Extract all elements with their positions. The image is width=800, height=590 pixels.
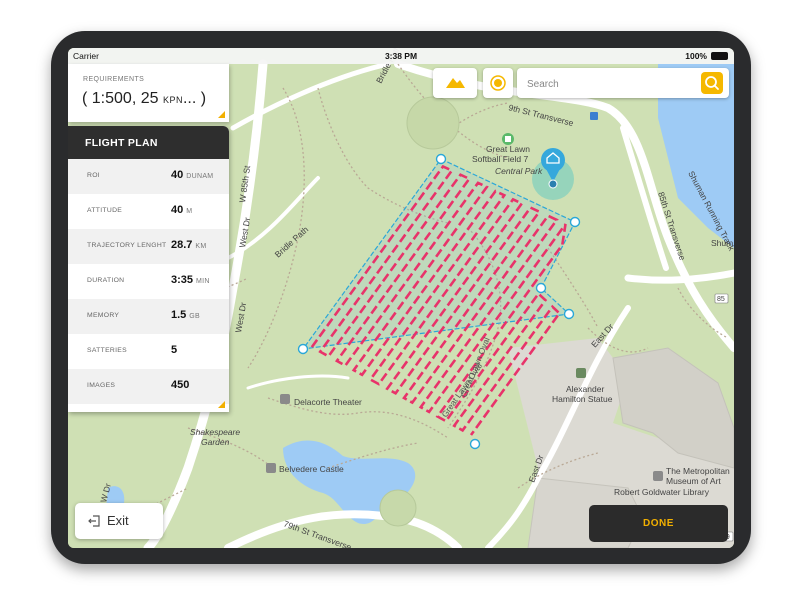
target-icon xyxy=(490,75,506,91)
map-label: Great Lawn xyxy=(486,144,530,154)
boundary-vertex[interactable] xyxy=(563,308,575,320)
search-input[interactable] xyxy=(525,75,689,93)
row-value: 5 xyxy=(171,344,178,356)
map-label: Shakespeare xyxy=(190,427,240,437)
screen: Great Lawn Softball Field 7 Central Park… xyxy=(68,48,734,548)
boundary-vertex[interactable] xyxy=(435,153,447,165)
map-label: Hamilton Statue xyxy=(552,394,613,404)
locate-button[interactable] xyxy=(483,68,513,98)
row-label: TRAJECTORY LENGHT xyxy=(87,242,167,249)
row-label: ROI xyxy=(87,172,100,179)
requirements-value: ( 1:500, 25 KPN... ) xyxy=(82,90,207,107)
battery-percent: 100% xyxy=(685,51,707,61)
map-label: Museum of Art xyxy=(666,476,721,486)
map-label: Delacorte Theater xyxy=(294,397,362,407)
boundary-vertex[interactable] xyxy=(469,438,481,450)
map-label: 85 xyxy=(717,296,725,303)
row-label: SATTERIES xyxy=(87,347,127,354)
flight-plan-row: MEMORY 1.5 GB xyxy=(68,299,229,334)
map-label: Softball Field 7 xyxy=(472,154,528,164)
requirements-label: REQUIREMENTS xyxy=(83,76,145,83)
castle-poi-icon xyxy=(266,463,276,473)
flight-plan-row: DURATION 3:35 MIN xyxy=(68,264,229,299)
map-label: The Metropolitan xyxy=(666,466,730,476)
row-label: DURATION xyxy=(87,277,125,284)
boundary-vertex[interactable] xyxy=(569,216,581,228)
ball-field xyxy=(406,96,460,150)
boundary-vertex[interactable] xyxy=(535,282,547,294)
exit-button[interactable]: Exit xyxy=(75,503,163,539)
map-label: Central Park xyxy=(495,166,543,176)
row-label: MEMORY xyxy=(87,312,120,319)
flight-plan-row: ATTITUDE 40 M xyxy=(68,194,229,229)
flight-plan-row: TRAJECTORY LENGHT 28.7 KM xyxy=(68,229,229,264)
museum-poi-icon xyxy=(653,471,663,481)
row-value: 28.7 KM xyxy=(171,239,207,251)
search-bar xyxy=(517,68,729,98)
requirements-card[interactable]: REQUIREMENTS ( 1:500, 25 KPN... ) xyxy=(68,64,229,122)
search-icon xyxy=(705,76,719,90)
clock: 3:38 PM xyxy=(384,51,418,61)
lawn-circle xyxy=(379,489,417,527)
map-label: Alexander xyxy=(566,384,604,394)
status-bar: Carrier 3:38 PM 100% xyxy=(68,48,734,64)
transit-icon xyxy=(590,112,598,120)
map-label: Belvedere Castle xyxy=(279,464,344,474)
row-value: 3:35 MIN xyxy=(171,274,210,286)
search-button[interactable] xyxy=(701,72,723,94)
map-label: Garden xyxy=(201,437,230,447)
battery-icon xyxy=(711,52,728,60)
row-value: 40 DUNAM xyxy=(171,169,214,181)
expand-corner-icon xyxy=(218,111,225,118)
theater-poi-icon xyxy=(280,394,290,404)
map-label: Shum xyxy=(711,238,733,248)
map-label: Robert Goldwater Library xyxy=(614,487,710,497)
boundary-vertex[interactable] xyxy=(297,343,309,355)
flight-plan-row: ROI 40 DUNAM xyxy=(68,159,229,194)
row-value: 1.5 GB xyxy=(171,309,201,321)
statue-poi-icon xyxy=(576,368,586,378)
row-value: 450 xyxy=(171,379,190,391)
mountain-icon xyxy=(446,78,465,88)
expand-corner-icon[interactable] xyxy=(218,401,225,408)
flight-plan-panel: FLIGHT PLAN ROI 40 DUNAM ATTITUDE 40 M TRAJECT… xyxy=(68,126,229,412)
done-button[interactable]: DONE xyxy=(589,505,728,542)
row-label: ATTITUDE xyxy=(87,207,123,214)
flight-plan-row: IMAGES 450 xyxy=(68,369,229,404)
row-label: IMAGES xyxy=(87,382,116,389)
terrain-button[interactable] xyxy=(433,68,477,98)
row-value: 40 M xyxy=(171,204,193,216)
flight-plan-title: FLIGHT PLAN xyxy=(68,126,229,159)
exit-label: Exit xyxy=(107,513,129,528)
flight-plan-row: SATTERIES 5 xyxy=(68,334,229,369)
exit-icon xyxy=(88,515,100,527)
